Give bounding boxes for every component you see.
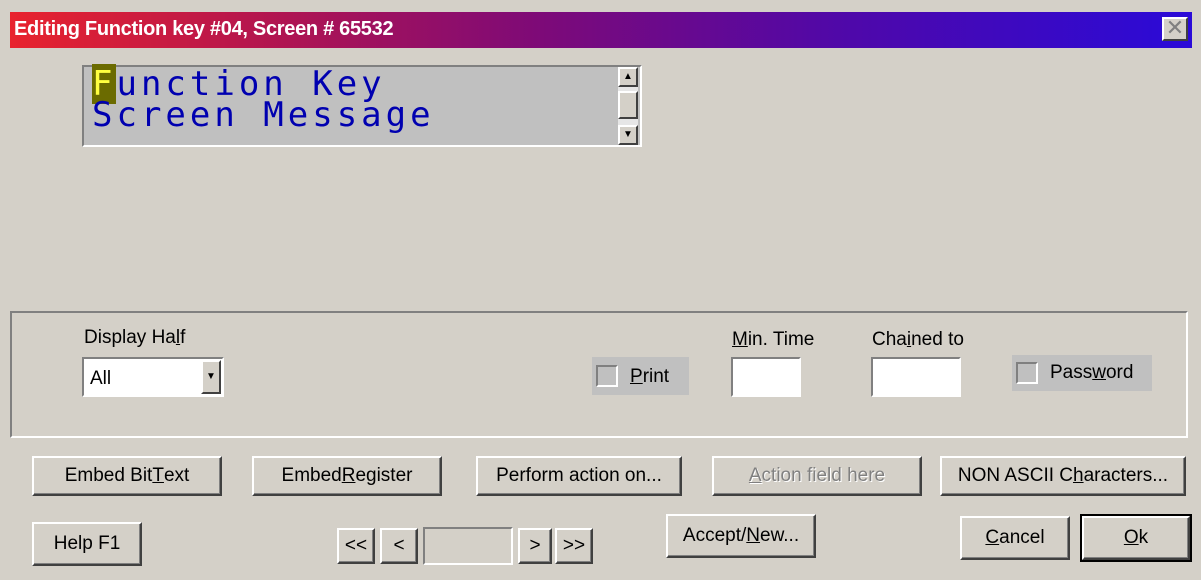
action-field-here-button[interactable]: Action field here: [712, 456, 922, 496]
function-key-editor-window: Editing Function key #04, Screen # 65532…: [0, 0, 1201, 580]
chained-to-input[interactable]: [871, 357, 961, 397]
password-checkbox[interactable]: [1016, 362, 1038, 384]
password-checkbox-control[interactable]: Password: [1012, 355, 1152, 391]
first-record-button[interactable]: <<: [337, 528, 375, 564]
non-ascii-characters-button[interactable]: NON ASCII Characters...: [940, 456, 1186, 496]
lcd-message-editor[interactable]: Function Key Screen Message ▲ ▼: [82, 64, 642, 147]
accept-new-button[interactable]: Accept/New...: [666, 514, 816, 558]
display-half-select[interactable]: All ▼: [82, 357, 224, 397]
record-position-box: [423, 527, 513, 565]
ok-button[interactable]: Ok: [1080, 514, 1192, 562]
help-button[interactable]: Help F1: [32, 522, 142, 566]
chevron-down-icon: ▼: [206, 371, 216, 382]
min-time-input[interactable]: [731, 357, 801, 397]
password-label: Password: [1050, 362, 1134, 383]
title-bar[interactable]: Editing Function key #04, Screen # 65532…: [10, 12, 1192, 48]
chained-to-label: Chained to: [872, 329, 964, 350]
min-time-label: Min. Time: [732, 329, 815, 350]
scroll-down-button[interactable]: ▼: [618, 125, 638, 145]
print-checkbox[interactable]: [596, 365, 618, 387]
last-record-button[interactable]: >>: [555, 528, 593, 564]
scroll-up-icon: ▲: [623, 71, 633, 82]
previous-record-button[interactable]: <: [380, 528, 418, 564]
scroll-down-icon: ▼: [623, 129, 633, 140]
embed-register-button[interactable]: Embed Register: [252, 456, 442, 496]
perform-action-button[interactable]: Perform action on...: [476, 456, 682, 496]
scroll-thumb[interactable]: [618, 91, 638, 119]
embed-bit-text-button[interactable]: Embed Bit Text: [32, 456, 222, 496]
dropdown-button[interactable]: ▼: [201, 360, 221, 394]
next-record-button[interactable]: >: [518, 528, 552, 564]
close-icon: ✕: [1165, 15, 1185, 40]
window-title: Editing Function key #04, Screen # 65532: [14, 18, 394, 40]
display-half-label: Display Half: [84, 327, 186, 348]
lcd-scrollbar[interactable]: ▲ ▼: [618, 67, 638, 145]
print-label: Print: [630, 366, 670, 387]
scroll-up-button[interactable]: ▲: [618, 67, 638, 87]
display-half-value: All: [90, 368, 112, 389]
lcd-line-2: Screen Message: [92, 95, 435, 135]
close-button[interactable]: ✕: [1162, 17, 1188, 41]
lcd-text: Function Key Screen Message: [92, 64, 435, 132]
print-checkbox-control[interactable]: Print: [592, 357, 689, 395]
cancel-button[interactable]: Cancel: [960, 516, 1070, 560]
